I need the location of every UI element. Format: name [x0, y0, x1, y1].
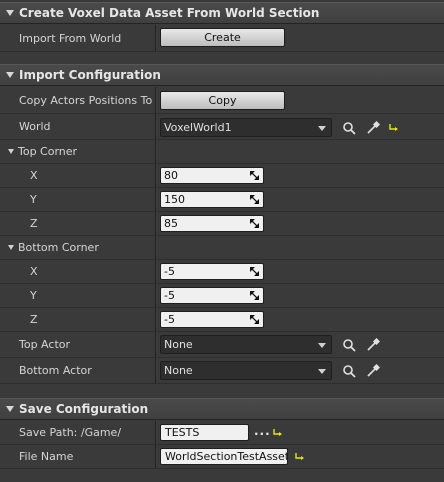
top-corner-label: Top Corner	[18, 145, 78, 158]
bottom-z-label: Z	[30, 313, 38, 326]
bottom-actor-combo[interactable]: None	[160, 361, 332, 380]
collapse-arrow-icon[interactable]	[6, 72, 14, 78]
top-y-label: Y	[30, 193, 37, 206]
top-z-input[interactable]: 85	[160, 215, 264, 232]
bottom-y-label: Y	[30, 289, 37, 302]
reset-arrow-icon[interactable]	[293, 449, 307, 463]
bottom-x-label: X	[30, 265, 38, 278]
spin-arrows-icon[interactable]	[249, 170, 260, 181]
section-header-create[interactable]: Create Voxel Data Asset From World Secti…	[0, 2, 444, 24]
bottom-x-input[interactable]: -5	[160, 263, 264, 280]
create-button[interactable]: Create	[160, 28, 285, 47]
collapse-arrow-icon[interactable]	[6, 10, 14, 16]
row-top-x: X 80	[0, 164, 444, 188]
bottom-actor-value: None	[164, 364, 193, 377]
spin-arrows-icon[interactable]	[249, 194, 260, 205]
spin-arrows-icon[interactable]	[249, 218, 260, 229]
spin-arrows-icon[interactable]	[249, 266, 260, 277]
search-icon[interactable]	[342, 364, 356, 378]
combo-caret-icon	[318, 369, 326, 374]
row-save-path: Save Path: /Game/ TESTS ...	[0, 421, 444, 445]
top-actor-value: None	[164, 338, 193, 351]
row-copy-positions: Copy Actors Positions To C Copy	[0, 87, 444, 114]
expand-arrow-icon[interactable]	[8, 149, 14, 154]
row-bottom-actor: Bottom Actor None	[0, 358, 444, 384]
top-actor-label: Top Actor	[19, 338, 71, 351]
world-label: World	[19, 120, 51, 133]
eyedropper-icon[interactable]	[366, 338, 380, 352]
row-world: World VoxelWorld1	[0, 114, 444, 140]
file-name-label: File Name	[19, 450, 74, 463]
top-actor-combo[interactable]: None	[160, 335, 332, 354]
top-z-label: Z	[30, 217, 38, 230]
bottom-z-input[interactable]: -5	[160, 311, 264, 328]
row-top-corner[interactable]: Top Corner	[0, 140, 444, 164]
row-bottom-x: X -5	[0, 260, 444, 284]
row-bottom-corner[interactable]: Bottom Corner	[0, 236, 444, 260]
row-bottom-z: Z -5	[0, 308, 444, 332]
top-x-label: X	[30, 169, 38, 182]
bottom-actor-label: Bottom Actor	[19, 364, 92, 377]
row-bottom-y: Y -5	[0, 284, 444, 308]
world-value: VoxelWorld1	[164, 121, 232, 134]
file-name-input[interactable]: WorldSectionTestAsset	[160, 448, 288, 465]
row-top-y: Y 150	[0, 188, 444, 212]
row-top-z: Z 85	[0, 212, 444, 236]
collapse-arrow-icon[interactable]	[6, 406, 14, 412]
section-title: Save Configuration	[19, 402, 149, 416]
top-y-input[interactable]: 150	[160, 191, 264, 208]
copy-button[interactable]: Copy	[160, 91, 285, 110]
search-icon[interactable]	[342, 121, 356, 135]
browse-button[interactable]: ...	[254, 424, 271, 438]
world-combo[interactable]: VoxelWorld1	[160, 118, 332, 137]
row-file-name: File Name WorldSectionTestAsset	[0, 445, 444, 469]
section-title: Create Voxel Data Asset From World Secti…	[19, 6, 320, 20]
search-icon[interactable]	[342, 338, 356, 352]
reset-arrow-icon[interactable]	[271, 425, 285, 439]
section-header-import[interactable]: Import Configuration	[0, 64, 444, 86]
spin-arrows-icon[interactable]	[249, 290, 260, 301]
save-path-input[interactable]: TESTS	[160, 424, 249, 441]
bottom-corner-label: Bottom Corner	[18, 241, 99, 254]
copy-positions-label: Copy Actors Positions To C	[19, 93, 156, 107]
bottom-y-input[interactable]: -5	[160, 287, 264, 304]
import-from-world-label: Import From World	[19, 31, 122, 45]
save-path-label: Save Path: /Game/	[19, 426, 122, 439]
spin-arrows-icon[interactable]	[249, 314, 260, 325]
details-panel: Create Voxel Data Asset From World Secti…	[0, 0, 444, 482]
top-x-input[interactable]: 80	[160, 167, 264, 184]
combo-caret-icon	[318, 343, 326, 348]
eyedropper-icon[interactable]	[366, 121, 380, 135]
expand-arrow-icon[interactable]	[8, 245, 14, 250]
row-import-from-world: Import From World Create	[0, 25, 444, 52]
combo-caret-icon	[318, 126, 326, 131]
row-top-actor: Top Actor None	[0, 332, 444, 358]
section-header-save[interactable]: Save Configuration	[0, 398, 444, 420]
section-title: Import Configuration	[19, 68, 161, 82]
eyedropper-icon[interactable]	[366, 364, 380, 378]
reset-arrow-icon[interactable]	[387, 120, 401, 134]
